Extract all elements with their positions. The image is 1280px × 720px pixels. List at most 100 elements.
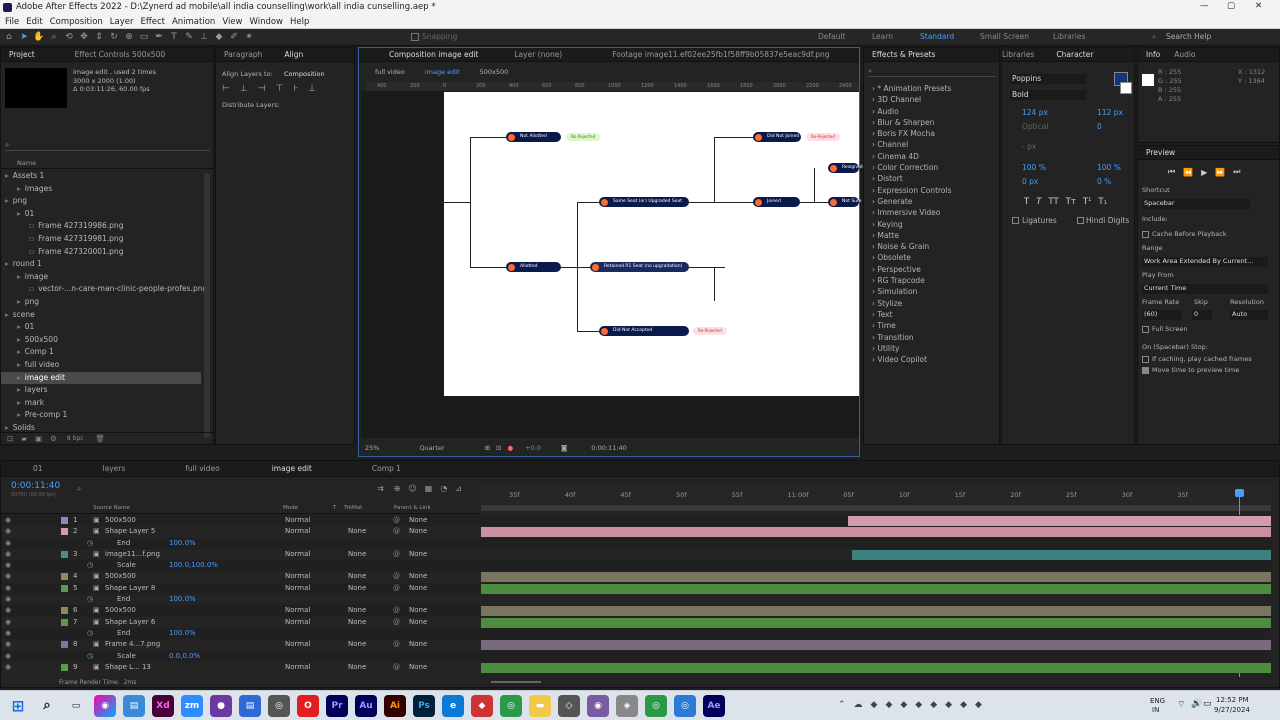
- graph-editor-icon[interactable]: ⊿: [455, 484, 462, 493]
- resolution-select[interactable]: Quarter: [419, 444, 444, 452]
- layer-row[interactable]: ◉ 2 ▣ Shape Layer 5 Normal None @ None: [1, 526, 1271, 538]
- layer-mode[interactable]: Normal: [285, 549, 310, 560]
- tab-info[interactable]: Info: [1146, 50, 1160, 59]
- photoshop-icon[interactable]: Ps: [413, 694, 435, 717]
- tab-paragraph[interactable]: Paragraph: [224, 50, 262, 59]
- rotate-tool-icon[interactable]: ↻: [108, 31, 120, 43]
- menu-effect[interactable]: Effect: [141, 17, 165, 27]
- file-explorer-icon[interactable]: ▬: [529, 694, 551, 717]
- edge-icon[interactable]: e: [442, 694, 464, 717]
- label-color[interactable]: [61, 641, 68, 649]
- movetime-checkbox[interactable]: [1142, 367, 1149, 374]
- tab-audio[interactable]: Audio: [1174, 50, 1195, 59]
- folder-icon[interactable]: ▰: [21, 434, 27, 443]
- layer-parent[interactable]: None: [409, 515, 427, 526]
- effect-category[interactable]: › Noise & Grain: [866, 241, 998, 252]
- layer-trkmat[interactable]: None: [348, 662, 366, 673]
- align-left-icon[interactable]: ⊢: [222, 84, 230, 94]
- project-item[interactable]: ▸ 500x500: [1, 334, 201, 347]
- effect-category[interactable]: › Audio: [866, 106, 998, 117]
- grid-icon[interactable]: ⊞: [485, 444, 490, 452]
- layer-duration-bar[interactable]: [852, 549, 1271, 560]
- font-select[interactable]: Poppins: [1010, 74, 1086, 84]
- bpc-label[interactable]: 8 bpc: [67, 435, 84, 442]
- project-item[interactable]: ▸ Comp 1: [1, 346, 201, 359]
- leading-value[interactable]: 112 px: [1097, 108, 1123, 117]
- pickwhip-icon[interactable]: @: [393, 639, 400, 650]
- layer-duration-bar[interactable]: [481, 583, 1271, 594]
- search-taskbar-icon[interactable]: ⌕: [36, 695, 58, 717]
- maximize-icon[interactable]: ▢: [1227, 1, 1235, 11]
- layer-mode[interactable]: Normal: [285, 605, 310, 616]
- layer-trkmat[interactable]: None: [348, 549, 366, 560]
- chrome3-icon[interactable]: ◎: [674, 694, 696, 717]
- stopwatch-icon[interactable]: ◷: [87, 594, 93, 605]
- effect-category[interactable]: › Obsolete: [866, 252, 998, 263]
- audition-icon[interactable]: Au: [355, 694, 377, 717]
- tab-align[interactable]: Align: [284, 50, 303, 59]
- layer-mode[interactable]: Normal: [285, 571, 310, 582]
- tab-effects-presets[interactable]: Effects & Presets: [872, 50, 935, 59]
- ifcaching-checkbox[interactable]: [1142, 356, 1149, 363]
- font-size-value[interactable]: 124 px: [1022, 108, 1048, 117]
- tab-comp-comp1[interactable]: Comp 1: [372, 464, 401, 473]
- resolution-preview-select[interactable]: Auto: [1230, 310, 1268, 320]
- project-item[interactable]: ▫ vector-...n-care-man-clinic-people-prof…: [1, 283, 207, 296]
- effect-category[interactable]: › Immersive Video: [866, 207, 998, 218]
- property-value[interactable]: 100.0%: [169, 628, 196, 639]
- effect-category[interactable]: › Transition: [866, 332, 998, 343]
- project-item[interactable]: ▸ round 1: [1, 258, 201, 271]
- stopwatch-icon[interactable]: ◷: [87, 651, 93, 662]
- eye-icon[interactable]: ◉: [5, 526, 11, 537]
- effect-category[interactable]: › Blur & Sharpen: [866, 117, 998, 128]
- project-search-input[interactable]: ⌕: [5, 140, 210, 151]
- ligatures-checkbox[interactable]: [1012, 217, 1019, 224]
- layer-parent[interactable]: None: [409, 571, 427, 582]
- layer-duration-bar[interactable]: [481, 572, 1271, 583]
- faux-bold-icon[interactable]: T: [1024, 197, 1029, 207]
- effect-category[interactable]: › Expression Controls: [866, 185, 998, 196]
- project-item[interactable]: ▸ 01: [1, 321, 201, 334]
- effect-category[interactable]: › Simulation: [866, 286, 998, 297]
- project-item[interactable]: ▸ Assets 1: [1, 170, 201, 183]
- layer-row[interactable]: ◉ 3 ▣ image11...f.png Normal None @ None: [1, 548, 1271, 561]
- menu-edit[interactable]: Edit: [26, 17, 42, 27]
- align-right-icon[interactable]: ⊣: [258, 84, 266, 94]
- pan-tool-icon[interactable]: ✥: [78, 31, 90, 43]
- breadcrumb-item[interactable]: full video: [375, 68, 405, 76]
- layer-parent[interactable]: None: [409, 662, 427, 673]
- virtualbox-icon[interactable]: ◇: [558, 694, 580, 717]
- chrome2-icon[interactable]: ◎: [645, 694, 667, 717]
- xd-icon[interactable]: Xd: [152, 694, 174, 717]
- pickwhip-icon[interactable]: @: [393, 549, 400, 560]
- draft-3d-icon[interactable]: ⊕: [394, 484, 401, 493]
- layer-trkmat[interactable]: None: [348, 605, 366, 616]
- mask-icon[interactable]: ⊡: [496, 444, 501, 452]
- puppet-tool-icon[interactable]: ✶: [243, 31, 255, 43]
- note-icon[interactable]: ▤: [239, 694, 261, 717]
- label-color[interactable]: [61, 663, 68, 671]
- fullscreen-checkbox[interactable]: [1142, 326, 1149, 333]
- cache-checkbox[interactable]: [1142, 231, 1149, 238]
- range-select[interactable]: Work Area Extended By Current...: [1142, 257, 1268, 267]
- align-hcenter-icon[interactable]: ⊥: [240, 84, 248, 94]
- eye-icon[interactable]: ◉: [5, 583, 11, 594]
- pen-tool-icon[interactable]: ✒: [153, 31, 165, 43]
- pickwhip-icon[interactable]: @: [393, 515, 400, 526]
- project-item[interactable]: ▸ png: [1, 195, 201, 208]
- clock-time[interactable]: 12:52 PM: [1216, 696, 1249, 704]
- start-icon[interactable]: ⊞: [7, 695, 29, 717]
- chrome-icon[interactable]: ◎: [500, 694, 522, 717]
- next-frame-icon[interactable]: ⏩: [1215, 168, 1225, 177]
- small-caps-icon[interactable]: Tᴛ: [1066, 197, 1076, 207]
- project-item[interactable]: ▸ Images: [1, 183, 201, 196]
- zoom-select[interactable]: 25%: [365, 444, 379, 452]
- label-color[interactable]: [61, 550, 68, 558]
- effect-category[interactable]: › Distort: [866, 173, 998, 184]
- tab-preview[interactable]: Preview: [1146, 148, 1175, 157]
- orbit-tool-icon[interactable]: ⟲: [63, 31, 75, 43]
- after-effects-icon[interactable]: Ae: [703, 694, 725, 717]
- last-frame-icon[interactable]: ⏭: [1233, 167, 1240, 177]
- effect-category[interactable]: › Keying: [866, 219, 998, 230]
- eye-icon[interactable]: ◉: [5, 515, 11, 526]
